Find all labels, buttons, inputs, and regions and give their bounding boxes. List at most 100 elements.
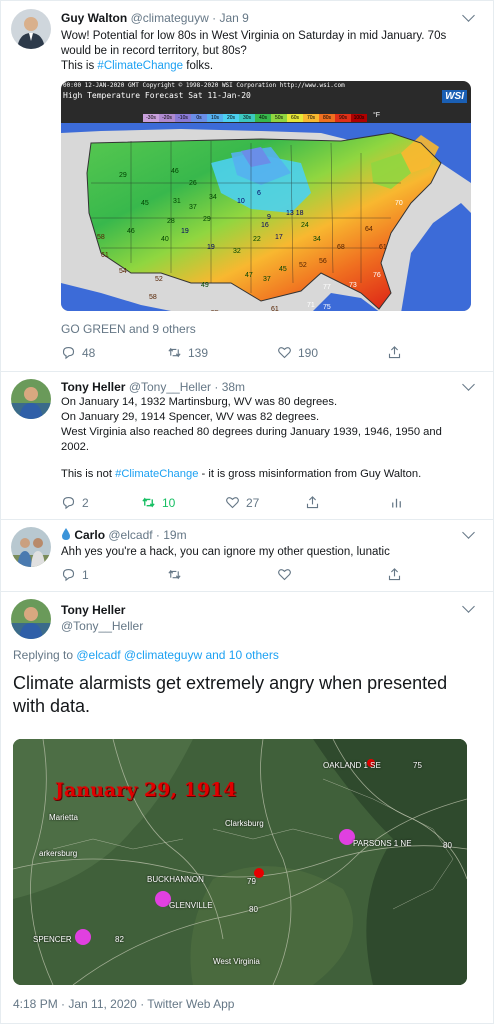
tweet-actions: 1 <box>61 567 441 585</box>
retweet-icon <box>168 569 181 580</box>
temperature-label: 17 <box>275 234 283 241</box>
display-name[interactable]: Carlo <box>74 528 105 542</box>
reply-count: 48 <box>82 345 96 360</box>
tweet-guy-walton[interactable]: Guy Walton @climateguyw · Jan 9 Wow! Pot… <box>1 1 493 372</box>
heart-icon <box>226 497 239 509</box>
retweet-button[interactable] <box>167 567 188 582</box>
temperature-label: 34 <box>209 194 217 201</box>
hashtag-link[interactable]: #ClimateChange <box>97 60 183 72</box>
temperature-label: 19 <box>181 228 189 235</box>
like-button[interactable]: 27 <box>225 495 259 510</box>
temperature-label: 73 <box>349 282 357 289</box>
share-button[interactable] <box>305 495 326 510</box>
tweet-header-handle: @Tony__Heller <box>61 619 143 633</box>
twitter-thread: Guy Walton @climateguyw · Jan 9 Wow! Pot… <box>0 0 494 1024</box>
reply-button[interactable]: 1 <box>61 567 89 582</box>
retweet-count: 139 <box>188 345 209 360</box>
avatar-photo <box>11 379 51 419</box>
chevron-down-icon[interactable] <box>462 600 475 613</box>
timestamp[interactable]: · Jan 9 <box>212 11 249 25</box>
temperature-label: 68 <box>337 244 345 251</box>
handle[interactable]: @elcadf <box>108 528 152 542</box>
tweet-tony-heller-focused[interactable]: Tony Heller @Tony__Heller Replying to @e… <box>1 591 493 1023</box>
avatar[interactable] <box>11 379 51 419</box>
tweet-line: Wow! Potential for low 80s in West Virgi… <box>61 30 447 42</box>
legend-swatch: 80s <box>319 114 335 122</box>
temperature-value: 80 <box>249 905 258 914</box>
tweet-carlo-reply[interactable]: Carlo @elcadf · 19m Ahh yes you're a hac… <box>1 519 493 592</box>
legend-swatch: 40s <box>255 114 271 122</box>
tweet-header: Tony Heller @Tony__Heller · 38m <box>61 380 245 394</box>
map-date-heading: January 29, 1914 <box>55 779 237 801</box>
display-name[interactable]: Tony Heller <box>61 380 125 394</box>
temperature-label: 55 <box>211 310 219 311</box>
temperature-label: 28 <box>167 218 175 225</box>
like-button[interactable] <box>277 567 298 582</box>
west-virginia-map[interactable]: January 29, 1914 OAKLAND 1 SE PARSONS 1 N… <box>13 739 467 985</box>
temperature-label: 45 <box>141 200 149 207</box>
chevron-down-icon[interactable] <box>462 9 475 22</box>
display-name[interactable]: Tony Heller <box>61 603 125 617</box>
replying-to-link[interactable]: @elcadf @climateguyw and 10 others <box>76 648 278 662</box>
temperature-label: 76 <box>373 272 381 279</box>
temperature-label: 75 <box>323 304 331 311</box>
legend-swatch: -30s <box>143 114 159 122</box>
handle[interactable]: @Tony__Heller <box>129 380 211 394</box>
timestamp[interactable]: · 38m <box>214 380 245 394</box>
reply-button[interactable]: 48 <box>61 345 95 360</box>
temperature-label: 37 <box>263 276 271 283</box>
analytics-icon <box>392 498 401 508</box>
place-label: BUCKHANNON <box>147 875 204 884</box>
retweet-button[interactable]: 10 <box>141 495 175 510</box>
heart-icon <box>278 347 291 359</box>
tweet-line: would be in record territory, but 80s? <box>61 45 247 57</box>
temperature-label: 9 <box>267 214 271 221</box>
hashtag-link[interactable]: #ClimateChange <box>115 468 198 480</box>
handle[interactable]: @Tony__Heller <box>61 619 143 633</box>
tweet-line: This is #ClimateChange folks. <box>61 60 214 72</box>
likers-text[interactable]: GO GREEN and 9 others <box>61 322 196 336</box>
temperature-label: 71 <box>307 302 315 309</box>
temperature-label: 29 <box>119 172 127 179</box>
share-icon <box>388 346 401 359</box>
temperature-forecast-map[interactable]: 00:00 12-JAN-2020 GMT Copyright © 1998-2… <box>61 81 471 311</box>
temperature-label: 56 <box>319 258 327 265</box>
heart-icon <box>278 569 291 581</box>
retweet-button[interactable]: 139 <box>167 345 208 360</box>
chevron-down-icon[interactable] <box>462 378 475 391</box>
legend-swatch: 90s <box>335 114 351 122</box>
like-button[interactable]: 190 <box>277 345 318 360</box>
handle[interactable]: @climateguyw <box>131 11 209 25</box>
reply-count: 2 <box>82 495 89 510</box>
display-name[interactable]: Guy Walton <box>61 11 127 25</box>
droplet-icon <box>62 528 70 540</box>
share-button[interactable] <box>387 345 408 360</box>
legend-swatch: 100s <box>351 114 367 122</box>
temperature-label: 26 <box>189 180 197 187</box>
temperature-label: 58 <box>149 294 157 301</box>
tweet-timestamp[interactable]: 4:18 PM · Jan 11, 2020 · Twitter Web App <box>13 997 234 1011</box>
place-label: GLENVILLE <box>169 901 213 910</box>
temperature-label: 77 <box>323 284 331 291</box>
temperature-label: 37 <box>189 204 197 211</box>
reply-icon <box>62 346 75 360</box>
legend-swatch: 50s <box>271 114 287 122</box>
avatar[interactable] <box>11 9 51 49</box>
timestamp[interactable]: · 19m <box>156 528 187 542</box>
tweet-line: with data. <box>13 696 91 716</box>
reply-button[interactable]: 2 <box>61 495 89 510</box>
temperature-label: 46 <box>171 168 179 175</box>
avatar[interactable] <box>11 527 51 567</box>
share-button[interactable] <box>387 567 408 582</box>
tweet-tony-heller-reply[interactable]: Tony Heller @Tony__Heller · 38m On Janua… <box>1 371 493 520</box>
temperature-label: 29 <box>203 216 211 223</box>
analytics-button[interactable] <box>389 495 410 510</box>
retweet-icon <box>168 347 181 358</box>
avatar[interactable] <box>11 599 51 639</box>
temperature-label: 47 <box>245 272 253 279</box>
chevron-down-icon[interactable] <box>462 526 475 539</box>
temperature-legend: -30s -20s -10s 0s 10s 20s 30s 40s 50s 60s 70s 80s 90… <box>143 114 367 122</box>
tweet-line: This is not #ClimateChange - it is gross… <box>61 468 422 480</box>
tweet-text: Wow! Potential for low 80s in West Virgi… <box>61 29 481 74</box>
